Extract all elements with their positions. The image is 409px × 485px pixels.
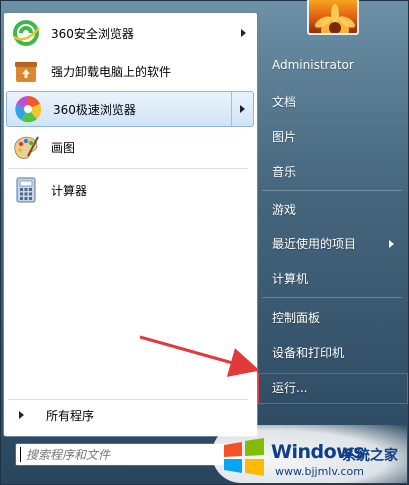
windows-logo-icon xyxy=(224,438,264,476)
annotation-arrow xyxy=(139,335,260,377)
watermark-url: www.bjjmlv.com xyxy=(275,465,364,478)
watermark-subtitle: 系统之家 xyxy=(342,448,398,464)
